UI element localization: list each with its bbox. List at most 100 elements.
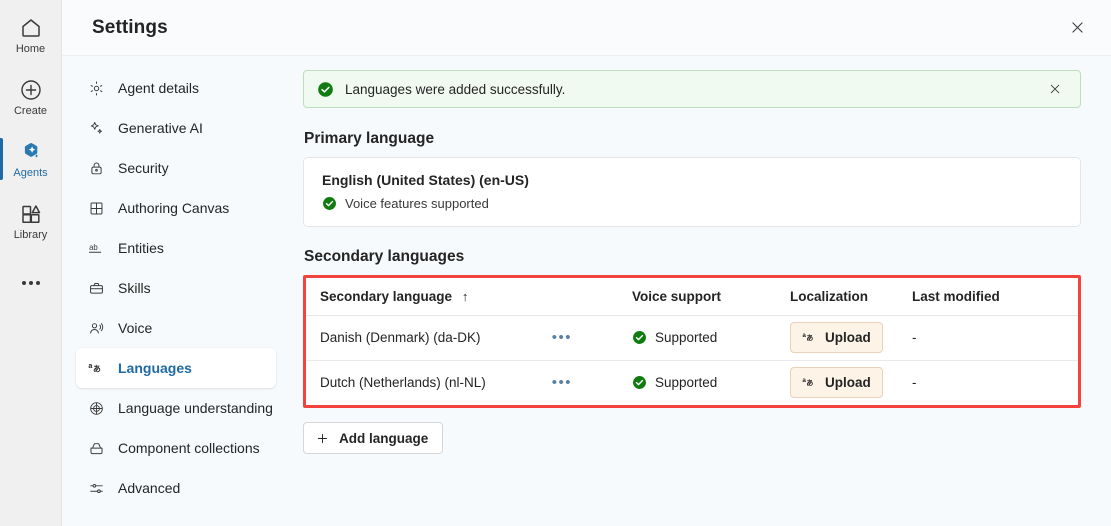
sidebar-item-advanced[interactable]: Advanced xyxy=(76,468,276,508)
rail-item-label: Agents xyxy=(13,166,48,179)
svg-text:a: a xyxy=(802,377,806,384)
sliders-icon xyxy=(88,480,105,497)
last-modified-value: - xyxy=(912,330,917,345)
sidebar-item-label: Skills xyxy=(118,280,151,296)
sparkle-icon xyxy=(88,120,105,137)
sidebar-item-generative-ai[interactable]: Generative AI xyxy=(76,108,276,148)
globe-brain-icon xyxy=(88,400,105,417)
voice-support-label: Supported xyxy=(655,375,718,391)
cell-localization: a あ Upload xyxy=(776,360,898,405)
sidebar-item-label: Languages xyxy=(118,360,192,376)
rail-overflow-button[interactable] xyxy=(0,266,62,300)
cell-voice-support: Supported xyxy=(618,360,776,405)
plus-icon xyxy=(317,433,328,443)
dialog-body: Agent details Generative AI Security Aut… xyxy=(62,56,1111,526)
success-check-icon xyxy=(318,81,333,97)
sidebar-item-languages[interactable]: a あ Languages xyxy=(76,348,276,388)
row-overflow-menu-button[interactable]: ••• xyxy=(548,375,576,391)
lock-icon xyxy=(88,160,105,177)
ab-icon: ab xyxy=(88,240,105,257)
svg-text:a: a xyxy=(802,332,806,339)
table-row[interactable]: Danish (Denmark) (da-DK) ••• Supported a… xyxy=(306,315,1078,361)
column-header-voice-support[interactable]: Voice support xyxy=(618,278,776,316)
briefcase-icon xyxy=(88,280,105,297)
svg-text:あ: あ xyxy=(806,378,813,387)
sidebar-item-component-collections[interactable]: Component collections xyxy=(76,428,276,468)
rail-item-agents[interactable]: Agents xyxy=(0,132,62,186)
column-header-localization[interactable]: Localization xyxy=(776,278,898,316)
last-modified-value: - xyxy=(912,375,917,391)
more-horizontal-icon-dot xyxy=(35,281,40,285)
secondary-languages-table: Secondary language ↑ Voice support Local… xyxy=(306,278,1078,405)
home-icon xyxy=(19,16,43,40)
sidebar-item-agent-details[interactable]: Agent details xyxy=(76,68,276,108)
row-overflow-menu-button[interactable]: ••• xyxy=(548,330,576,346)
page-title: Settings xyxy=(92,16,168,38)
voice-support-label: Supported xyxy=(655,330,718,345)
sidebar-item-label: Entities xyxy=(118,240,164,256)
sidebar-item-label: Component collections xyxy=(118,440,260,456)
success-banner-message: Languages were added successfully. xyxy=(345,81,566,97)
more-horizontal-icon-dot xyxy=(28,281,33,285)
success-check-icon xyxy=(633,376,646,390)
settings-dialog: Settings Agent details Generative AI Sec… xyxy=(62,0,1111,526)
table-row[interactable]: Dutch (Netherlands) (nl-NL) ••• Supporte… xyxy=(306,360,1078,405)
sidebar-item-language-understanding[interactable]: Language understanding xyxy=(76,388,276,428)
arrow-up-icon: ↑ xyxy=(461,288,469,304)
more-horizontal-icon-dot xyxy=(21,281,26,285)
sidebar-item-skills[interactable]: Skills xyxy=(76,268,276,308)
language-name: Dutch (Netherlands) (nl-NL) xyxy=(320,375,486,391)
primary-language-heading: Primary language xyxy=(304,130,435,147)
column-header-label: Last modified xyxy=(912,288,1000,304)
voice-icon xyxy=(88,320,105,337)
column-header-last-modified[interactable]: Last modified xyxy=(898,278,1078,316)
sidebar-item-security[interactable]: Security xyxy=(76,148,276,188)
app-rail: Home Create Agents Library xyxy=(0,0,62,526)
cell-last-modified: - xyxy=(898,360,1078,405)
upload-button-label: Upload xyxy=(825,375,871,391)
sidebar-item-authoring-canvas[interactable]: Authoring Canvas xyxy=(76,188,276,228)
svg-text:あ: あ xyxy=(93,364,101,373)
cell-localization: a あ Upload xyxy=(776,315,898,361)
settings-dialog-screen: Home Create Agents Library Settings Agen… xyxy=(0,0,1111,526)
rail-item-label: Library xyxy=(13,228,48,241)
rail-item-label: Create xyxy=(13,104,48,117)
library-icon xyxy=(19,202,43,226)
banner-close-button[interactable] xyxy=(1042,76,1068,102)
cell-voice-support: Supported xyxy=(618,315,776,361)
success-check-icon xyxy=(633,331,646,344)
gear-icon xyxy=(88,80,105,97)
rail-item-label: Home xyxy=(15,42,46,55)
secondary-languages-heading: Secondary languages xyxy=(304,248,465,265)
upload-localization-button[interactable]: a あ Upload xyxy=(790,367,883,399)
settings-nav: Agent details Generative AI Security Aut… xyxy=(62,56,290,526)
dialog-header: Settings xyxy=(62,0,1111,56)
column-header-label: Secondary language xyxy=(320,288,453,304)
upload-button-label: Upload xyxy=(825,330,871,345)
sidebar-item-label: Security xyxy=(118,160,169,176)
upload-localization-button[interactable]: a あ Upload xyxy=(790,322,883,353)
agents-icon xyxy=(19,140,43,164)
grid-icon xyxy=(88,200,105,217)
sidebar-item-label: Voice xyxy=(118,320,153,336)
rail-item-library[interactable]: Library xyxy=(0,194,62,248)
languages-icon: a あ xyxy=(802,377,813,387)
sidebar-item-label: Generative AI xyxy=(118,120,203,136)
column-header-label: Voice support xyxy=(632,288,722,304)
add-language-button[interactable]: Add language xyxy=(303,422,444,454)
add-language-button-label: Add language xyxy=(339,430,429,446)
rail-item-create[interactable]: Create xyxy=(0,70,62,124)
sidebar-item-voice[interactable]: Voice xyxy=(76,308,276,348)
column-header-secondary-language[interactable]: Secondary language ↑ xyxy=(306,278,618,316)
rail-item-home[interactable]: Home xyxy=(0,8,62,62)
languages-icon: a あ xyxy=(88,360,105,377)
dialog-close-button[interactable] xyxy=(1061,12,1093,44)
close-icon xyxy=(1071,22,1083,33)
sidebar-item-entities[interactable]: ab Entities xyxy=(76,228,276,268)
secondary-languages-table-highlight: Secondary language ↑ Voice support Local… xyxy=(303,275,1081,408)
language-name: Danish (Denmark) (da-DK) xyxy=(320,330,481,345)
svg-text:a: a xyxy=(88,361,92,369)
primary-language-voice-status: Voice features supported xyxy=(322,196,1062,211)
primary-language-voice-label: Voice features supported xyxy=(345,196,489,211)
table-header-row: Secondary language ↑ Voice support Local… xyxy=(306,278,1078,316)
